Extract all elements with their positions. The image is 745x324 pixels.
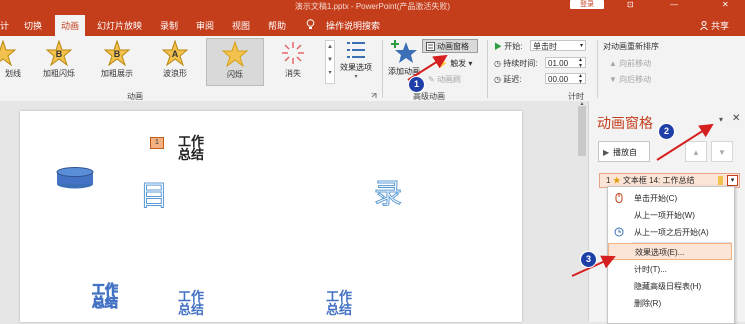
callout-badge: 3 [580,251,597,268]
callout-badge: 1 [408,76,425,93]
annotation-arrows [407,54,714,277]
callout-badge: 2 [658,123,675,140]
